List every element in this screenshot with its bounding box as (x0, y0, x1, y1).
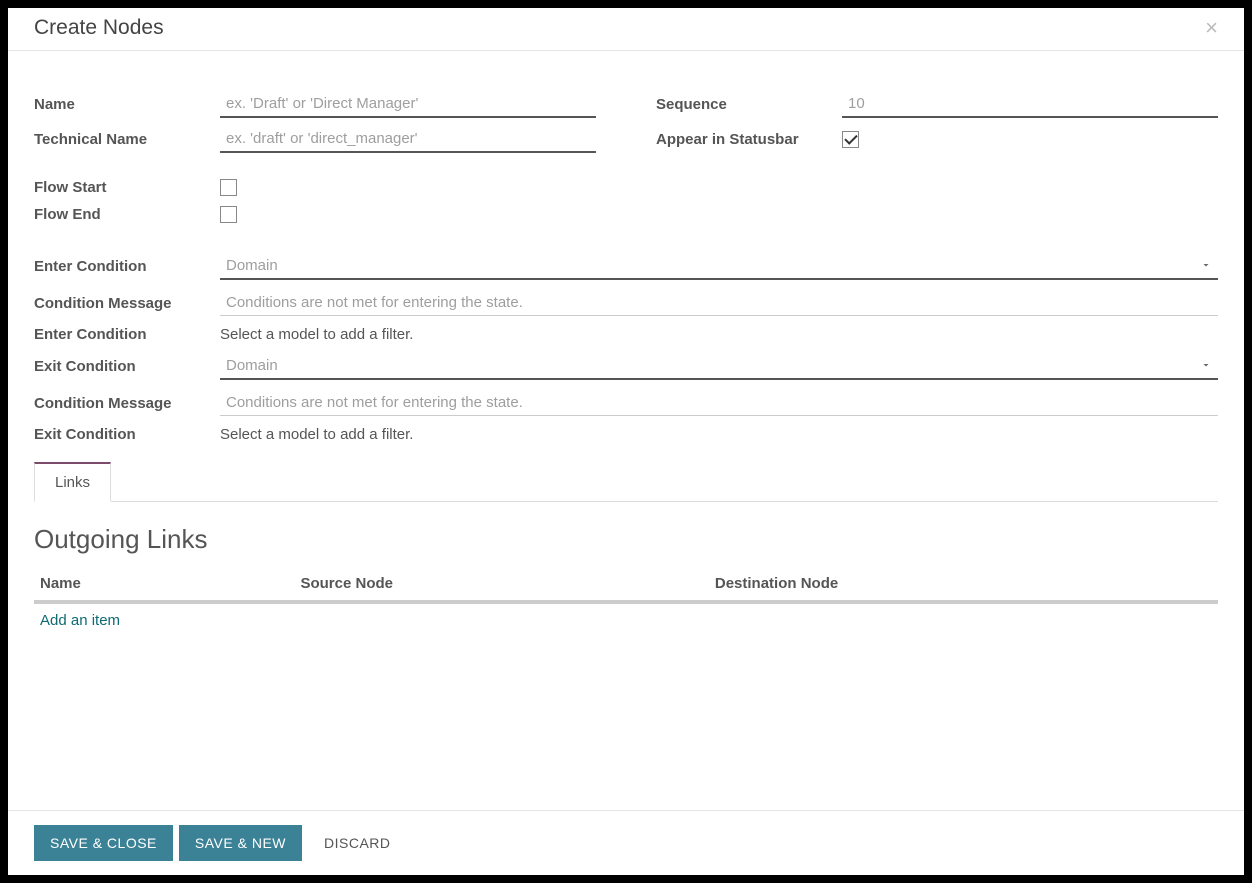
enter-condition-select[interactable] (220, 253, 1218, 280)
name-label: Name (34, 96, 220, 113)
name-input[interactable] (220, 91, 596, 118)
enter-condition-filter-label: Enter Condition (34, 326, 220, 343)
col-source-node: Source Node (294, 567, 708, 602)
condition-message-input[interactable] (220, 290, 1218, 316)
technical-name-input[interactable] (220, 126, 596, 153)
exit-condition-filter-text: Select a model to add a filter. (220, 426, 1218, 443)
exit-condition-select[interactable] (220, 353, 1218, 380)
outgoing-links-title: Outgoing Links (34, 524, 1218, 555)
add-item-link[interactable]: Add an item (40, 612, 120, 629)
exit-condition-label: Exit Condition (34, 358, 220, 375)
appear-statusbar-label: Appear in Statusbar (656, 131, 842, 148)
flow-end-checkbox[interactable] (220, 206, 237, 223)
flow-start-checkbox[interactable] (220, 179, 237, 196)
modal-body: Name Sequence Technical Name Appear in S… (8, 51, 1244, 810)
modal-header: Create Nodes × (8, 8, 1244, 51)
condition-message-2-input[interactable] (220, 390, 1218, 416)
close-icon[interactable]: × (1205, 17, 1218, 39)
technical-name-label: Technical Name (34, 131, 220, 148)
appear-statusbar-checkbox[interactable] (842, 131, 859, 148)
conditions-grid: Enter Condition Condition Message Enter … (34, 253, 1218, 443)
tabs: Links (34, 461, 1218, 502)
col-name: Name (34, 567, 294, 602)
sequence-input[interactable] (842, 91, 1218, 118)
condition-message-label: Condition Message (34, 295, 220, 312)
modal-title: Create Nodes (34, 16, 164, 40)
create-nodes-modal: Create Nodes × Name Sequence Technical N… (8, 8, 1244, 875)
flow-end-label: Flow End (34, 206, 220, 223)
flow-start-label: Flow Start (34, 179, 220, 196)
top-form-grid: Name Sequence Technical Name Appear in S… (34, 91, 1218, 153)
discard-button[interactable]: DISCARD (308, 825, 407, 861)
exit-condition-filter-label: Exit Condition (34, 426, 220, 443)
sequence-label: Sequence (656, 96, 842, 113)
enter-condition-label: Enter Condition (34, 258, 220, 275)
outgoing-links-table: Name Source Node Destination Node Add an… (34, 567, 1218, 637)
condition-message-2-label: Condition Message (34, 395, 220, 412)
enter-condition-filter-text: Select a model to add a filter. (220, 326, 1218, 343)
col-destination-node: Destination Node (709, 567, 1218, 602)
save-close-button[interactable]: SAVE & CLOSE (34, 825, 173, 861)
modal-footer: SAVE & CLOSE SAVE & NEW DISCARD (8, 810, 1244, 875)
table-row: Add an item (34, 602, 1218, 637)
flow-grid: Flow Start Flow End (34, 179, 1218, 223)
tab-links[interactable]: Links (34, 462, 111, 502)
save-new-button[interactable]: SAVE & NEW (179, 825, 302, 861)
